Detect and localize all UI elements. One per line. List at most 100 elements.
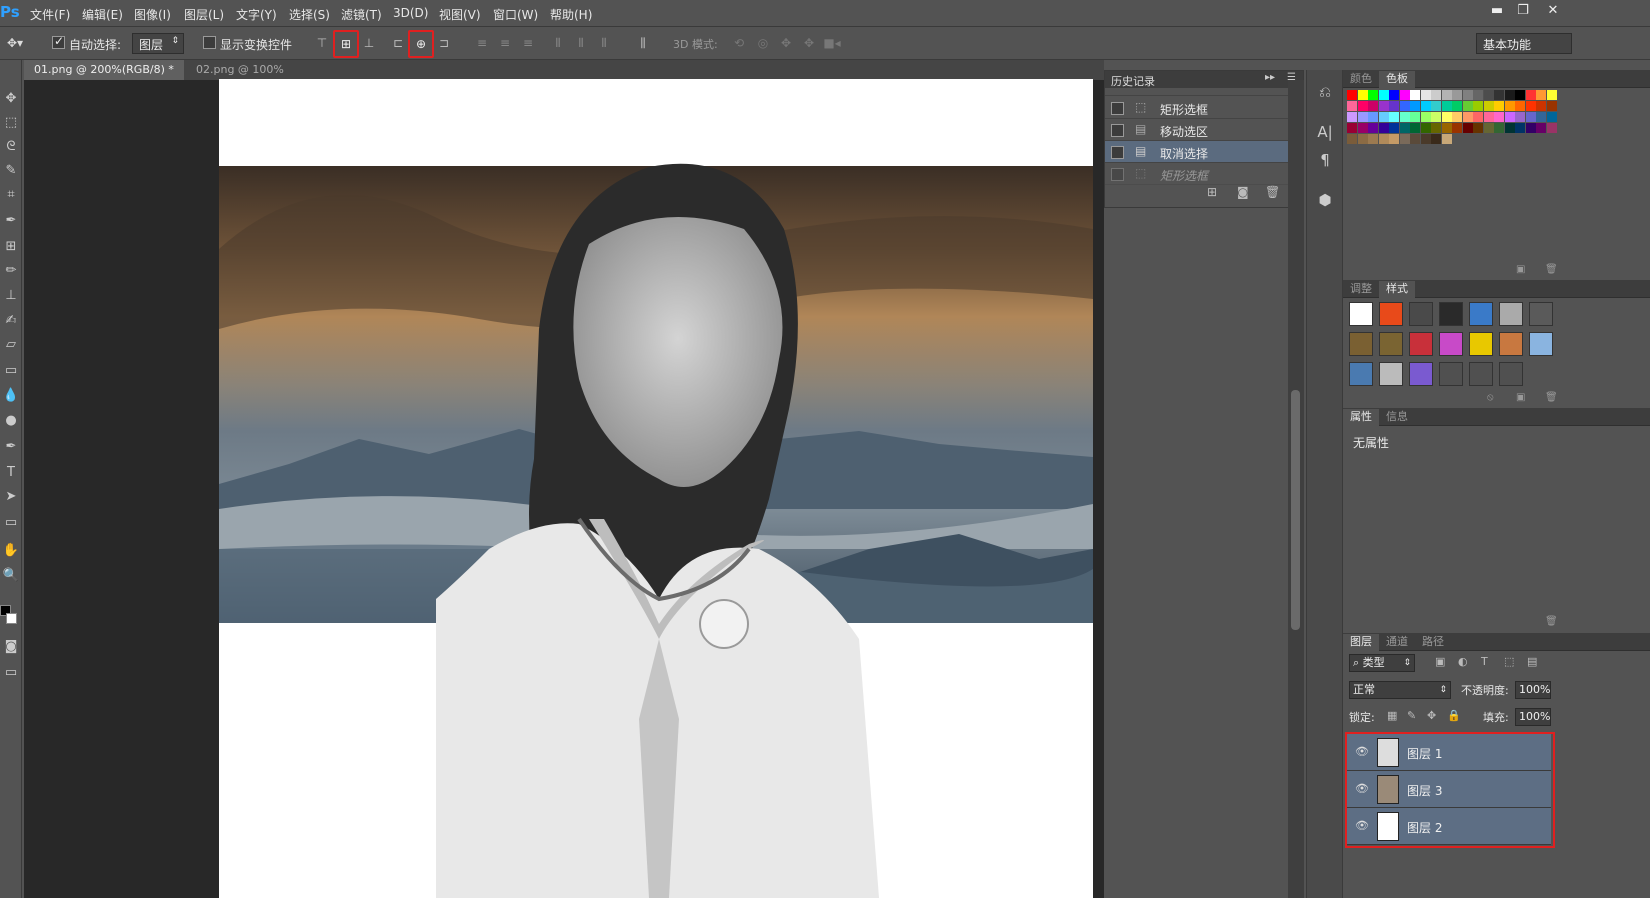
align-left-edges-icon[interactable]: ⊏ <box>389 34 407 52</box>
history-item-rect-marquee-undone[interactable]: ⬚ 矩形选框 <box>1105 163 1289 185</box>
color-swatch[interactable] <box>1399 112 1410 122</box>
style-preset-tile[interactable] <box>1379 332 1403 356</box>
move-tool-icon[interactable]: ✥ <box>0 88 22 110</box>
color-swatch[interactable] <box>1389 123 1399 133</box>
doc-tab-01[interactable]: 01.png @ 200%(RGB/8) * × <box>24 60 184 96</box>
color-swatch[interactable] <box>1431 123 1441 133</box>
color-swatch[interactable] <box>1462 101 1473 111</box>
color-swatch[interactable] <box>1452 112 1462 122</box>
canvas-vertical-scrollbar[interactable] <box>1288 80 1304 898</box>
style-preset-tile[interactable] <box>1469 302 1493 326</box>
style-preset-tile[interactable] <box>1349 302 1373 326</box>
eraser-tool-icon[interactable]: ▱ <box>0 334 22 356</box>
background-color-swatch[interactable] <box>6 613 17 624</box>
menu-window[interactable]: 窗口(W) <box>493 6 538 23</box>
style-preset-tile[interactable] <box>1499 302 1523 326</box>
trash-icon[interactable]: 🗑 <box>1265 185 1280 199</box>
color-swatch[interactable] <box>1483 112 1494 122</box>
color-swatch[interactable] <box>1378 90 1389 100</box>
color-swatch[interactable] <box>1441 90 1452 100</box>
style-preset-tile[interactable] <box>1439 302 1463 326</box>
tab-adjustments[interactable]: 调整 <box>1343 281 1379 298</box>
color-swatch[interactable] <box>1347 134 1357 144</box>
color-swatch[interactable] <box>1378 123 1389 133</box>
color-swatch[interactable] <box>1410 134 1420 144</box>
color-swatch[interactable] <box>1473 112 1483 122</box>
history-snapshot-checkbox[interactable] <box>1111 102 1124 115</box>
style-preset-tile[interactable] <box>1409 332 1433 356</box>
color-swatch[interactable] <box>1368 112 1378 122</box>
gradient-tool-icon[interactable]: ▭ <box>0 360 22 382</box>
color-swatch[interactable] <box>1441 101 1452 111</box>
color-swatch[interactable] <box>1420 101 1431 111</box>
history-item-deselect[interactable]: ▤ 取消选择 <box>1105 141 1289 163</box>
color-swatch[interactable] <box>1536 112 1546 122</box>
color-swatch[interactable] <box>1410 112 1420 122</box>
color-swatch[interactable] <box>1389 112 1399 122</box>
color-swatch[interactable] <box>1357 134 1368 144</box>
filter-shape-icon[interactable]: ⬚ <box>1504 655 1514 668</box>
distribute-vcenter-icon[interactable]: ≡ <box>496 34 514 52</box>
distribute-bottom-icon[interactable]: ≡ <box>519 34 537 52</box>
color-swatch[interactable] <box>1452 90 1462 100</box>
tab-color[interactable]: 颜色 <box>1343 71 1379 88</box>
distribute-left-icon[interactable]: ⫴ <box>549 34 567 52</box>
distribute-right-icon[interactable]: ⫴ <box>595 34 613 52</box>
align-bottom-edges-icon[interactable]: ⊥ <box>360 34 378 52</box>
new-swatch-icon[interactable]: ▣ <box>1516 264 1525 275</box>
hand-tool-icon[interactable]: ✋ <box>0 540 22 562</box>
color-swatch[interactable] <box>1357 123 1368 133</box>
history-snapshot-checkbox[interactable] <box>1111 124 1124 137</box>
align-right-edges-icon[interactable]: ⊐ <box>435 34 453 52</box>
filter-adjustment-icon[interactable]: ◐ <box>1458 655 1468 668</box>
filter-type-icon[interactable]: T <box>1481 655 1488 668</box>
layer-row-3[interactable]: 👁 图层 3 <box>1347 771 1551 808</box>
style-preset-tile[interactable] <box>1409 302 1433 326</box>
distribute-hcenter-icon[interactable]: ⫴ <box>572 34 590 52</box>
color-swatch[interactable] <box>1536 101 1546 111</box>
filter-pixel-icon[interactable]: ▣ <box>1435 655 1445 668</box>
color-swatch[interactable] <box>1410 90 1420 100</box>
color-swatch[interactable] <box>1473 123 1483 133</box>
pen-tool-icon[interactable]: ✒ <box>0 436 22 458</box>
auto-select-target-dropdown[interactable]: 图层 ⇕ <box>132 33 184 54</box>
menu-image[interactable]: 图像(I) <box>134 6 171 23</box>
color-swatch[interactable] <box>1515 112 1525 122</box>
lock-position-icon[interactable]: ✥ <box>1427 709 1436 722</box>
color-swatch[interactable] <box>1473 101 1483 111</box>
zoom-tool-icon[interactable]: 🔍 <box>0 565 22 587</box>
lock-image-icon[interactable]: ✎ <box>1407 709 1416 722</box>
color-swatch[interactable] <box>1525 112 1536 122</box>
layer-filter-dropdown[interactable]: ⌕ 类型 ⇕ <box>1349 654 1415 672</box>
style-preset-tile[interactable] <box>1439 332 1463 356</box>
history-panel-icon[interactable]: ⎌ <box>1313 80 1337 104</box>
color-swatch[interactable] <box>1399 101 1410 111</box>
history-snapshot-checkbox[interactable] <box>1111 168 1124 181</box>
restore-button[interactable]: ❐ <box>1510 1 1536 21</box>
workspace-dropdown[interactable]: 基本功能 <box>1476 33 1572 54</box>
color-swatch[interactable] <box>1504 112 1515 122</box>
tab-layers[interactable]: 图层 <box>1343 634 1379 651</box>
color-swatch[interactable] <box>1378 112 1389 122</box>
new-style-icon[interactable]: ▣ <box>1516 392 1525 403</box>
quick-mask-icon[interactable]: ◙ <box>0 636 22 658</box>
color-swatch[interactable] <box>1536 123 1546 133</box>
trash-icon[interactable]: 🗑 <box>1545 392 1558 403</box>
dodge-tool-icon[interactable]: ● <box>0 410 22 432</box>
auto-select-checkbox[interactable] <box>52 34 65 49</box>
color-swatch[interactable] <box>1389 90 1399 100</box>
style-preset-tile[interactable] <box>1499 362 1523 386</box>
clear-style-icon[interactable]: ⦸ <box>1487 392 1494 403</box>
quick-select-tool-icon[interactable]: ✎ <box>0 160 22 182</box>
color-swatch[interactable] <box>1431 101 1441 111</box>
color-swatch[interactable] <box>1420 112 1431 122</box>
color-swatch[interactable] <box>1525 123 1536 133</box>
align-vertical-centers-icon[interactable]: ⊞ <box>333 30 359 58</box>
color-swatch[interactable] <box>1441 112 1452 122</box>
menu-layer[interactable]: 图层(L) <box>184 6 224 23</box>
3d-drag-icon[interactable]: ✥ <box>777 34 795 52</box>
tab-info[interactable]: 信息 <box>1379 409 1415 426</box>
color-swatch[interactable] <box>1357 112 1368 122</box>
trash-icon[interactable]: 🗑 <box>1545 616 1558 627</box>
color-swatch[interactable] <box>1504 101 1515 111</box>
